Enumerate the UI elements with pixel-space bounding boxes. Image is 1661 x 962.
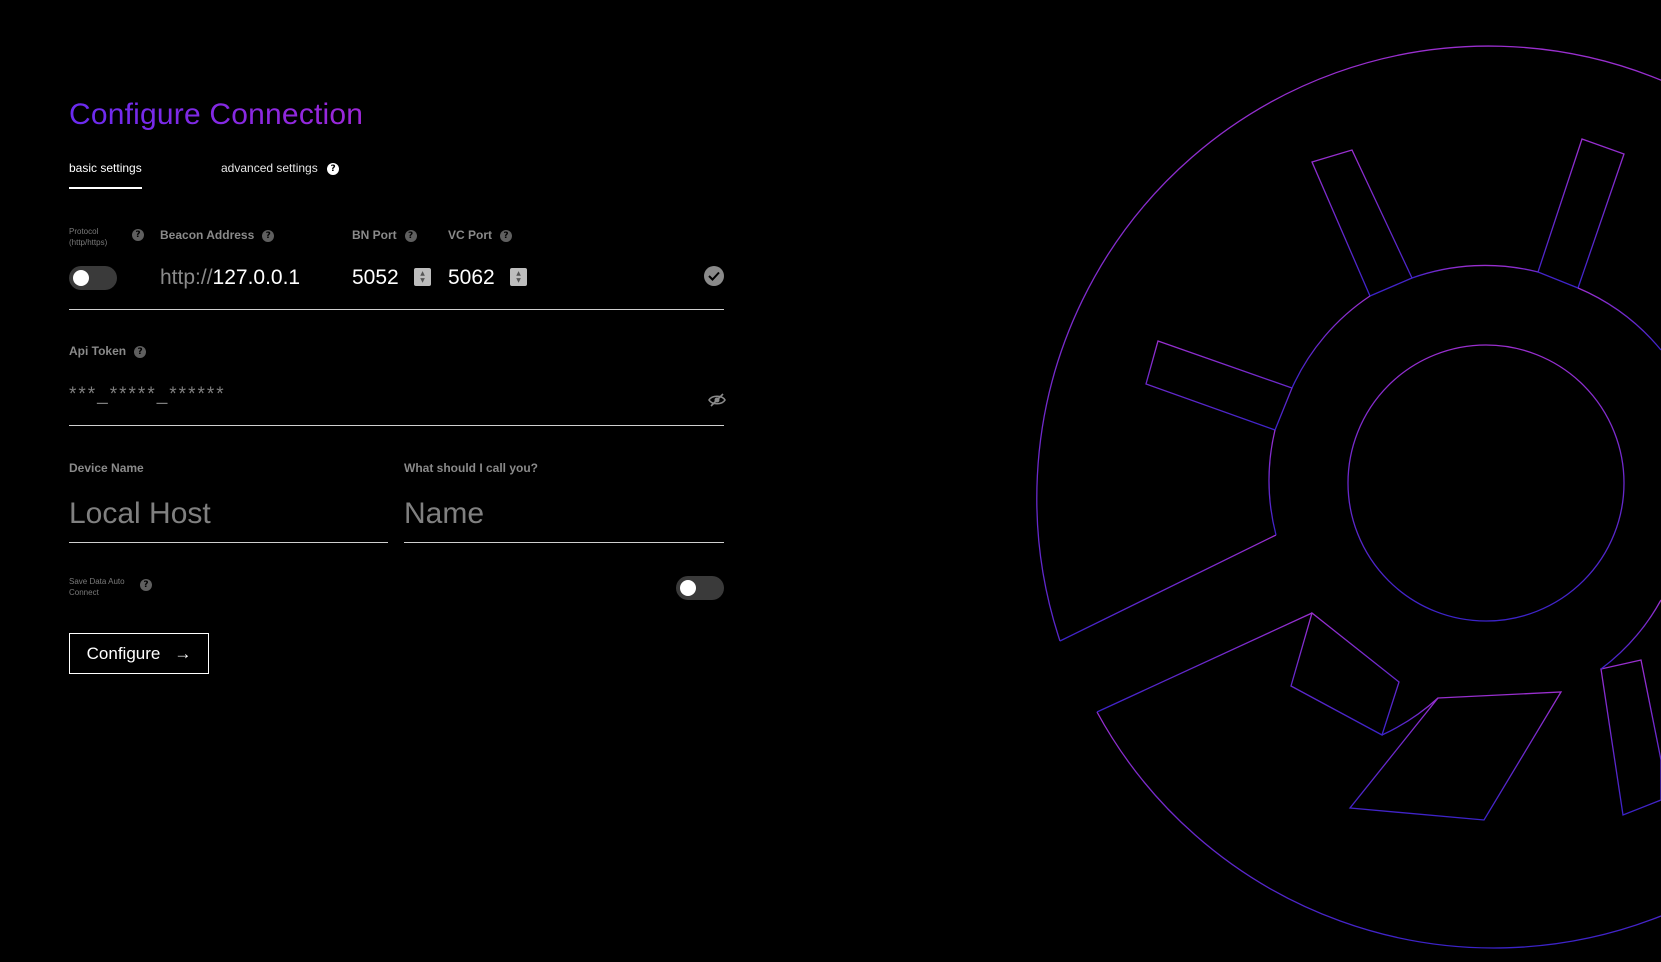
bn-port-stepper[interactable]: ▲ ▼ (414, 268, 431, 286)
tab-basic-settings[interactable]: basic settings (69, 161, 142, 189)
configure-connection-page: Configure Connection basic settings adva… (0, 0, 1661, 962)
tab-basic-settings-label: basic settings (69, 161, 142, 175)
api-token-label: Api Token? (69, 344, 147, 358)
vc-port-stepper[interactable]: ▲ ▼ (510, 268, 527, 286)
chevron-down-icon: ▼ (516, 277, 521, 284)
tab-advanced-settings[interactable]: advanced settings ? (221, 161, 340, 175)
settings-tabs: basic settings advanced settings ? (69, 161, 729, 195)
vc-port-input[interactable]: 5062 (448, 266, 495, 290)
vc-port-label: VC Port? (448, 228, 513, 242)
question-circle-icon[interactable]: ? (262, 229, 275, 242)
bn-port-input[interactable]: 5052 (352, 266, 399, 290)
arrow-right-icon: → (174, 643, 192, 663)
beacon-address-input[interactable]: http://127.0.0.1 (160, 266, 300, 290)
logo-graphic (1036, 45, 1661, 949)
toggle-knob (680, 580, 696, 596)
auto-connect-label: Save Data Auto Connect (69, 577, 125, 597)
chevron-up-icon: ▲ (420, 270, 425, 277)
protocol-label: Protocol (http/https) (69, 227, 108, 247)
bn-port-label: BN Port? (352, 228, 417, 242)
device-name-underline (69, 542, 388, 543)
toggle-knob (73, 270, 89, 286)
question-circle-icon[interactable]: ? (132, 229, 144, 241)
protocol-toggle[interactable] (69, 266, 117, 290)
chevron-up-icon: ▲ (516, 270, 521, 277)
question-circle-icon[interactable]: ? (500, 229, 513, 242)
check-circle-icon[interactable] (704, 266, 724, 286)
username-input[interactable] (404, 494, 722, 534)
device-name-label: Device Name (69, 461, 144, 475)
page-title: Configure Connection (69, 98, 364, 131)
eye-slash-icon[interactable] (708, 392, 726, 408)
username-label: What should I call you? (404, 461, 539, 475)
configure-button[interactable]: Configure → (69, 633, 209, 674)
tab-advanced-settings-label: advanced settings (221, 161, 318, 175)
auto-connect-toggle[interactable] (676, 576, 724, 600)
api-token-input[interactable] (69, 380, 689, 410)
api-token-underline (69, 425, 724, 426)
question-circle-icon[interactable]: ? (327, 162, 340, 175)
question-circle-icon[interactable]: ? (134, 345, 147, 358)
beacon-address-label: Beacon Address? (160, 228, 275, 242)
device-name-input[interactable] (69, 494, 387, 534)
question-circle-icon[interactable]: ? (404, 229, 417, 242)
question-circle-icon[interactable]: ? (140, 579, 152, 591)
beacon-address-value: 127.0.0.1 (212, 266, 301, 289)
inner-circle (1347, 344, 1625, 622)
chevron-down-icon: ▼ (420, 277, 425, 284)
outer-arc (1036, 45, 1661, 916)
username-underline (404, 542, 724, 543)
connection-divider (69, 309, 724, 310)
protocol-prefix: http:// (160, 266, 213, 289)
